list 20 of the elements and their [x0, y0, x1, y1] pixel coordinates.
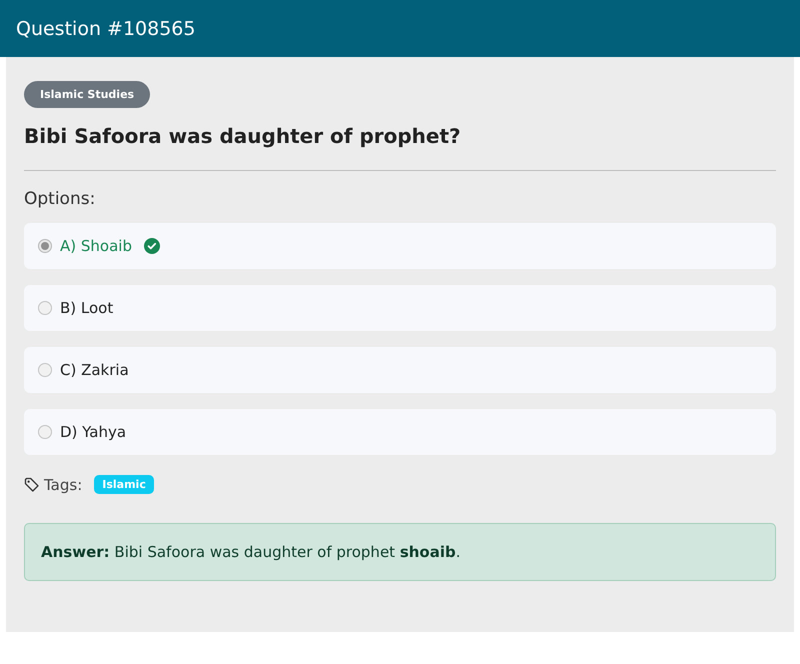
option-item[interactable]: A) Shoaib: [24, 223, 776, 269]
radio-button[interactable]: [38, 239, 52, 253]
options-heading: Options:: [24, 189, 96, 209]
option-item[interactable]: B) Loot: [24, 285, 776, 331]
check-circle-icon: [144, 238, 160, 254]
tag-icon: [24, 476, 40, 492]
category-badge: Islamic Studies: [24, 81, 150, 108]
answer-text: Answer: Bibi Safoora was daughter of prophet shoaib.: [41, 543, 461, 561]
option-item[interactable]: C) Zakria: [24, 347, 776, 393]
radio-button[interactable]: [38, 425, 52, 439]
page-title: Question #108565: [16, 18, 196, 40]
option-label: B) Loot: [60, 299, 114, 317]
option-item[interactable]: D) Yahya: [24, 409, 776, 455]
question-text: Bibi Safoora was daughter of prophet?: [24, 124, 462, 148]
option-label: C) Zakria: [60, 361, 129, 379]
option-label: A) Shoaib: [60, 237, 132, 255]
tags-label: Tags:: [44, 476, 82, 494]
radio-button[interactable]: [38, 301, 52, 315]
radio-button[interactable]: [38, 363, 52, 377]
option-label: D) Yahya: [60, 423, 126, 441]
